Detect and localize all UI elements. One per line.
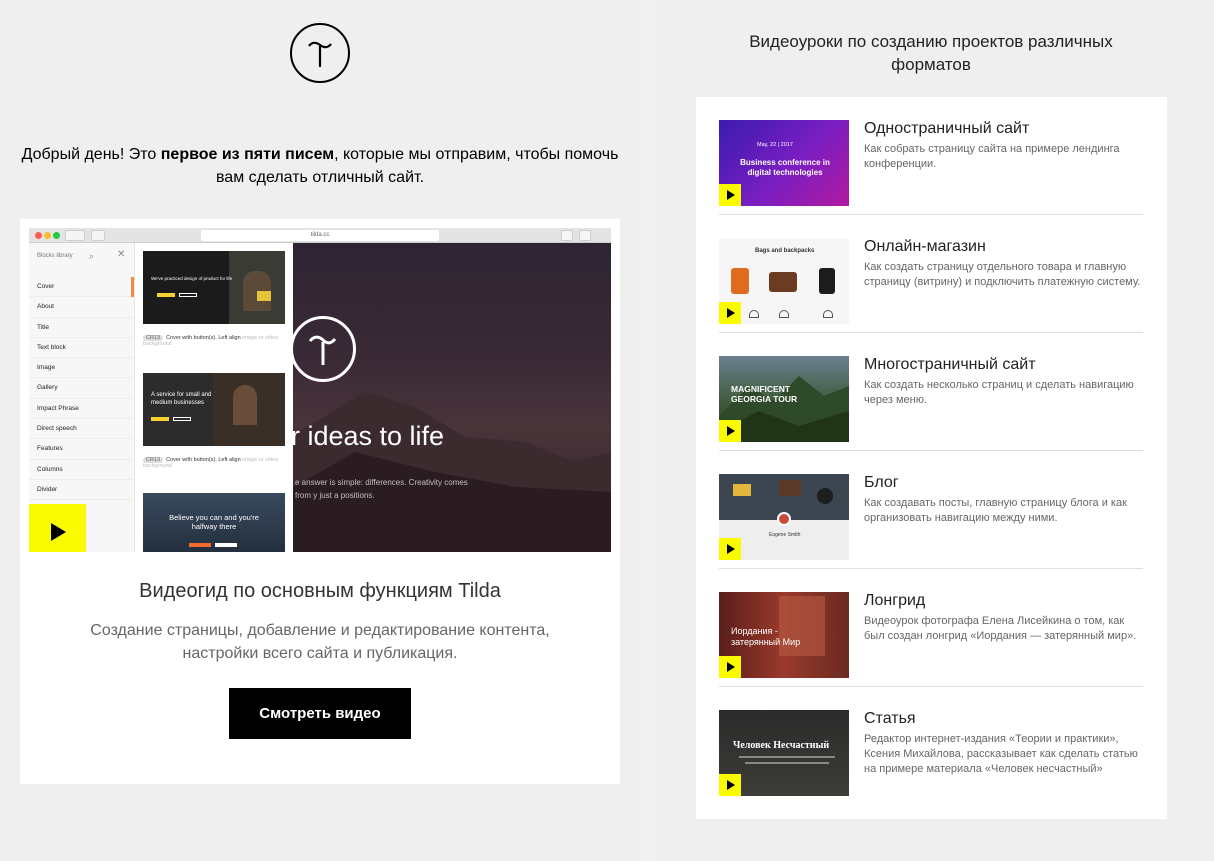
card-description: Создание страницы, добавление и редактир… — [90, 622, 550, 662]
card-button — [215, 543, 237, 547]
list-item[interactable]: Иордания - затерянный Мир Лонгрид Видеоу… — [719, 569, 1143, 687]
library-header: Blocks library — [37, 253, 73, 259]
card-button — [173, 417, 191, 421]
list-item[interactable]: Bags and backpacks Онлайн-магазин Как со… — [719, 215, 1143, 333]
item-description: Видеоурок фотографа Елена Лисейкина о то… — [864, 615, 1137, 642]
play-icon — [727, 780, 735, 790]
item-title[interactable]: Многостраничный сайт — [864, 356, 1036, 374]
tabs-icon — [579, 230, 591, 241]
play-button[interactable] — [719, 538, 741, 560]
item-description: Редактор интернет-издания «Теории и прак… — [864, 733, 1138, 775]
item-title[interactable]: Онлайн-магазин — [864, 238, 986, 256]
item-title[interactable]: Лонгрид — [864, 592, 925, 610]
thumb-longread[interactable]: Иордания - затерянный Мир — [719, 592, 849, 678]
play-icon — [51, 523, 66, 541]
maximize-dot-icon — [53, 232, 60, 239]
tilda-logo-icon — [290, 23, 350, 83]
library-item: Gallery — [29, 378, 135, 399]
play-icon — [727, 544, 735, 554]
card-button — [189, 543, 211, 547]
library-item: Columns — [29, 460, 135, 480]
share-icon — [561, 230, 573, 241]
play-icon — [727, 190, 735, 200]
play-icon — [727, 426, 735, 436]
play-button[interactable] — [719, 184, 741, 206]
thumb-multipage[interactable]: MAGNIFICENT GEORGIA TOUR — [719, 356, 849, 442]
hero-logo-icon — [290, 316, 356, 382]
search-icon: ⌕ — [89, 251, 95, 261]
minimize-dot-icon — [44, 232, 51, 239]
browser-toolbar: tilda.cc — [29, 228, 611, 243]
library-item: Text block — [29, 338, 135, 359]
item-title[interactable]: Блог — [864, 474, 899, 492]
item-description: Как создавать посты, главную страницу бл… — [864, 497, 1127, 524]
play-icon — [727, 308, 735, 318]
library-item: Divider — [29, 480, 135, 501]
list-item[interactable]: May, 22 | 2017 Business conference in di… — [719, 97, 1143, 215]
thumb-landing[interactable]: May, 22 | 2017 Business conference in di… — [719, 120, 849, 206]
card-title: Видеогид по основным функциям Tilda — [139, 580, 501, 602]
close-dot-icon — [35, 232, 42, 239]
item-description: Как собрать страницу сайта на примере ле… — [864, 143, 1120, 170]
library-cards: We've practiced design of product for li… — [135, 243, 293, 552]
lessons-list: May, 22 | 2017 Business conference in di… — [696, 97, 1167, 819]
thumb-shop[interactable]: Bags and backpacks — [719, 238, 849, 324]
play-button[interactable] — [29, 504, 86, 552]
library-item: Image — [29, 358, 135, 379]
card-text: Believe you can and you're halfway there — [169, 513, 259, 531]
library-card: We've practiced design of product for li… — [143, 251, 285, 324]
card-button — [157, 293, 175, 297]
close-icon: ✕ — [117, 249, 126, 260]
hero-subtitle: e answer is simple: differences. Creativ… — [295, 478, 468, 500]
card-button — [179, 293, 197, 297]
nav-arrows-icon — [65, 230, 85, 241]
play-button[interactable] — [719, 420, 741, 442]
library-card: A service for small and medium businesse… — [143, 373, 285, 446]
library-selection-marker — [131, 277, 134, 297]
library-item: Title — [29, 318, 135, 338]
list-item[interactable]: Eugene Smith Блог Как создавать посты, г… — [719, 451, 1143, 569]
item-title[interactable]: Статья — [864, 710, 916, 728]
sidebar-toggle-icon — [91, 230, 105, 241]
watch-video-button[interactable]: Смотреть видео — [229, 688, 411, 739]
play-button[interactable] — [719, 302, 741, 324]
card-button — [151, 417, 169, 421]
list-item[interactable]: Человек Несчастный Статья Редактор интер… — [719, 687, 1143, 805]
right-email-panel: Видеоуроки по созданию проектов различны… — [658, 0, 1214, 861]
item-title[interactable]: Одностраничный сайт — [864, 120, 1029, 138]
library-item: Impact Phrase — [29, 399, 135, 420]
list-item[interactable]: MAGNIFICENT GEORGIA TOUR Многостраничный… — [719, 333, 1143, 451]
library-item: Cover — [29, 277, 135, 298]
library-item: Features — [29, 439, 135, 460]
play-button[interactable] — [719, 656, 741, 678]
card-text: A service for small and medium businesse… — [151, 392, 212, 406]
video-preview[interactable]: tilda.cc r ideas to life e answer is sim… — [29, 228, 611, 552]
thumb-blog[interactable]: Eugene Smith — [719, 474, 849, 560]
library-item: Direct speech — [29, 419, 135, 440]
library-item: About — [29, 297, 135, 318]
card-caption: CR13 Cover with button(s). Left align ima… — [143, 457, 279, 469]
left-email-panel: Добрый день! Это первое из пяти писем, к… — [0, 0, 640, 861]
video-guide-card: tilda.cc r ideas to life e answer is sim… — [20, 219, 620, 784]
browser-url: tilda.cc — [201, 230, 439, 241]
library-card: Believe you can and you're halfway there — [143, 493, 285, 552]
thumb-article[interactable]: Человек Несчастный — [719, 710, 849, 796]
play-button[interactable] — [719, 774, 741, 796]
card-text: We've practiced design of product for li… — [151, 276, 233, 281]
intro-text: Добрый день! Это первое из пяти писем, к… — [21, 146, 619, 186]
intro-bold: первое из пяти писем — [160, 146, 335, 163]
hero-title: r ideas to life — [291, 421, 445, 451]
lessons-title: Видеоуроки по созданию проектов различны… — [749, 32, 1113, 74]
card-caption: CR13 Cover with button(s). Left align ima… — [143, 335, 279, 347]
item-description: Как создать несколько страниц и сделать … — [864, 379, 1134, 406]
play-icon — [727, 662, 735, 672]
item-description: Как создать страницу отдельного товара и… — [864, 261, 1141, 288]
